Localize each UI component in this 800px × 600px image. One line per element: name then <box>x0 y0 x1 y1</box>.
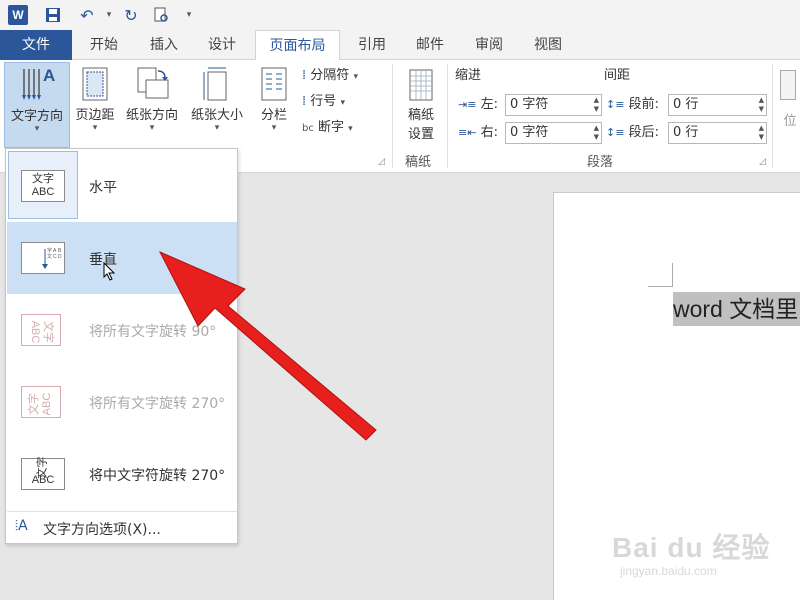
annotation-arrow <box>158 250 377 441</box>
